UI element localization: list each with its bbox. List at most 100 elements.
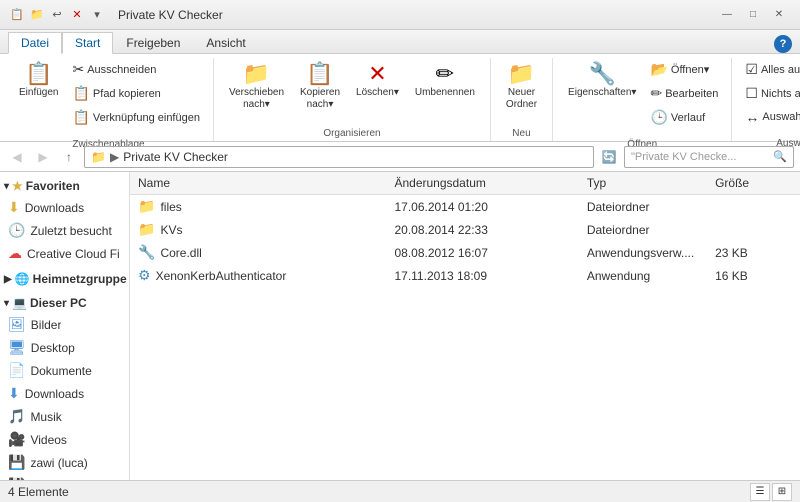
minimize-button[interactable]: — [714, 5, 740, 25]
sidebar-item-zuletzt[interactable]: 🕒 Zuletzt besucht [0, 219, 129, 242]
history-icon: 🕒 [650, 109, 667, 126]
sidebar-item-videos[interactable]: 🎥 Videos [0, 428, 129, 451]
delete-button[interactable]: ✕ Löschen▾ [349, 58, 406, 104]
rename-icon: ✏ [436, 63, 454, 85]
col-header-date[interactable]: Änderungsdatum [394, 176, 586, 190]
forward-button[interactable]: ▶ [32, 146, 54, 168]
ribbon-group-organisieren-content: 📁 Verschiebennach▾ 📋 Kopierennach▾ ✕ Lös… [222, 58, 482, 126]
new-folder-button[interactable]: 📁 NeuerOrdner [499, 58, 544, 116]
zuletzt-icon: 🕒 [8, 222, 25, 239]
sidebar-item-creative-cloud[interactable]: ☁ Creative Cloud Fi [0, 242, 129, 265]
neu-label: Neu [499, 126, 544, 141]
move-button[interactable]: 📁 Verschiebennach▾ [222, 58, 291, 116]
ribbon-group-neu: 📁 NeuerOrdner Neu [491, 58, 553, 141]
creative-cloud-label: Creative Cloud Fi [27, 247, 120, 261]
tab-ansicht[interactable]: Ansicht [193, 31, 258, 53]
help-button[interactable]: ? [774, 35, 792, 53]
qa-dropdown-icon[interactable]: ▾ [88, 6, 106, 24]
ribbon-group-neu-content: 📁 NeuerOrdner [499, 58, 544, 126]
dokumente-label: Dokumente [30, 364, 91, 378]
edit-button[interactable]: ✏ Bearbeiten [645, 82, 723, 105]
ribbon-group-oeffnen: 🔧 Eigenschaften▾ 📂 Öffnen▾ ✏ Bearbeiten … [553, 58, 732, 141]
qa-close-icon[interactable]: ✕ [68, 6, 86, 24]
back-button[interactable]: ◀ [6, 146, 28, 168]
copy-button[interactable]: 📋 Kopierennach▾ [293, 58, 347, 116]
musik-label: Musik [30, 410, 61, 424]
copy-path-icon: 📋 [72, 85, 89, 102]
window-controls: — □ ✕ [714, 5, 792, 25]
sidebar-header-dieser-pc[interactable]: ▾ 💻 Dieser PC [0, 293, 129, 313]
table-row[interactable]: ⚙ XenonKerbAuthenticator 17.11.2013 18:0… [130, 264, 800, 287]
refresh-button[interactable]: 🔄 [598, 146, 620, 168]
table-row[interactable]: 📁 files 17.06.2014 01:20 Dateiordner [130, 195, 800, 218]
file-name-files: 📁 files [138, 198, 394, 215]
tab-freigeben[interactable]: Freigeben [113, 31, 193, 53]
search-text: "Private KV Checke... [631, 151, 736, 163]
close-button[interactable]: ✕ [766, 5, 792, 25]
table-row[interactable]: 📁 KVs 20.08.2014 22:33 Dateiordner [130, 218, 800, 241]
qa-save-icon[interactable]: 📋 [8, 6, 26, 24]
paste-shortcut-button[interactable]: 📋 Verknüpfung einfügen [67, 106, 204, 129]
core-dll-size: 23 KB [715, 246, 792, 260]
sidebar-item-bilder[interactable]: 🖼 Bilder [0, 313, 129, 336]
zuletzt-label: Zuletzt besucht [30, 224, 111, 238]
sidebar-item-desktop[interactable]: 🖥 Desktop [0, 336, 129, 359]
file-name-kvs: 📁 KVs [138, 221, 394, 238]
cut-button[interactable]: ✂ Ausschneiden [67, 58, 204, 81]
copy-path-button[interactable]: 📋 Pfad kopieren [67, 82, 204, 105]
qa-undo-icon[interactable]: ↩ [48, 6, 66, 24]
delete-icon: ✕ [368, 63, 386, 85]
up-button[interactable]: ↑ [58, 146, 80, 168]
search-icon: 🔍 [773, 150, 787, 163]
sidebar-item-zawi[interactable]: 💾 zawi (luca) [0, 451, 129, 474]
details-view-button[interactable]: ⊞ [772, 483, 792, 501]
table-row[interactable]: 🔧 Core.dll 08.08.2012 16:07 Anwendungsve… [130, 241, 800, 264]
history-button[interactable]: 🕒 Verlauf [645, 106, 723, 129]
col-header-name[interactable]: Name [138, 176, 394, 190]
maximize-button[interactable]: □ [740, 5, 766, 25]
window-title: Private KV Checker [118, 8, 223, 22]
qa-folder-icon[interactable]: 📁 [28, 6, 46, 24]
col-header-size[interactable]: Größe [715, 176, 792, 190]
files-type: Dateiordner [587, 200, 715, 214]
kvs-type: Dateiordner [587, 223, 715, 237]
main-area: ▾ ★ Favoriten ⬇ Downloads 🕒 Zuletzt besu… [0, 172, 800, 480]
sidebar-header-favoriten[interactable]: ▾ ★ Favoriten [0, 176, 129, 196]
downloads-label: Downloads [25, 387, 84, 401]
col-header-type[interactable]: Typ [587, 176, 715, 190]
search-bar[interactable]: "Private KV Checke... 🔍 [624, 146, 794, 168]
tab-start[interactable]: Start [62, 32, 113, 54]
open-button[interactable]: 📂 Öffnen▾ [645, 58, 723, 81]
sidebar-item-downloads[interactable]: ⬇ Downloads [0, 382, 129, 405]
address-bar-icon: 📁 [91, 150, 106, 164]
select-all-button[interactable]: ☑ Alles auswählen [740, 58, 800, 81]
move-icon: 📁 [243, 63, 270, 85]
select-none-button[interactable]: ☐ Nichts auswählen [740, 82, 800, 105]
cut-icon: ✂ [72, 61, 84, 78]
ribbon-group-auswaehlen: ☑ Alles auswählen ☐ Nichts auswählen ↔ A… [732, 58, 800, 141]
sidebar-header-heimnetz[interactable]: ▶ 🌐 Heimnetzgruppe [0, 269, 129, 289]
sidebar-item-dokumente[interactable]: 📄 Dokumente [0, 359, 129, 382]
tab-datei[interactable]: Datei [8, 32, 62, 54]
quick-access-toolbar: 📋 📁 ↩ ✕ ▾ [8, 6, 106, 24]
address-bar[interactable]: 📁 ▶ Private KV Checker [84, 146, 594, 168]
address-path: Private KV Checker [123, 150, 228, 164]
core-dll-name-text: Core.dll [160, 246, 201, 260]
select-none-icon: ☐ [745, 85, 758, 102]
acer-icon: 💾 [8, 477, 25, 480]
list-view-button[interactable]: ☰ [750, 483, 770, 501]
sidebar-item-acer[interactable]: 💾 Acer (C:) [0, 474, 129, 480]
rename-button[interactable]: ✏ Umbenennen [408, 58, 482, 104]
files-folder-icon: 📁 [138, 198, 155, 215]
invert-selection-button[interactable]: ↔ Auswahl umkehren [740, 106, 800, 128]
title-bar: 📋 📁 ↩ ✕ ▾ Private KV Checker — □ ✕ [0, 0, 800, 30]
sidebar-item-downloads-fav[interactable]: ⬇ Downloads [0, 196, 129, 219]
paste-button[interactable]: 📋 Einfügen [12, 58, 65, 104]
bilder-label: Bilder [31, 318, 62, 332]
select-all-label: Alles auswählen [761, 64, 800, 76]
sidebar-item-musik[interactable]: 🎵 Musik [0, 405, 129, 428]
paste-label: Einfügen [19, 87, 58, 99]
properties-button[interactable]: 🔧 Eigenschaften▾ [561, 58, 643, 104]
favoriten-label: Favoriten [26, 179, 80, 193]
title-bar-left: 📋 📁 ↩ ✕ ▾ Private KV Checker [8, 6, 223, 24]
